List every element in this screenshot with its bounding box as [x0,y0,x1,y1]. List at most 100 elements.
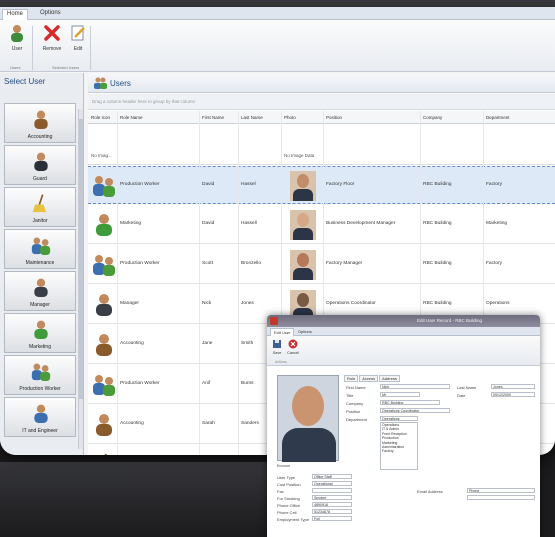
tab-options[interactable]: Options [36,9,65,17]
employment-type-field[interactable]: Full [312,516,352,521]
detail-ribbon: Save Cancel Actions [267,336,540,366]
janitor-broom-icon [31,192,51,214]
cell-first-name: Scott [202,261,213,266]
table-row[interactable]: Marketing David Hassell Business Developmen… [88,206,555,244]
cell-department: Marketing [486,221,508,226]
sidebar-item-label: Janitor [32,218,48,224]
column-header[interactable]: Company [423,115,442,120]
cell-first-name: Jane [202,341,213,346]
email-field[interactable]: Phone [467,488,535,493]
company-field[interactable]: RBC Building [380,400,440,405]
sidebar-item-marketing[interactable]: Marketing [4,313,76,353]
role-icon [92,212,116,236]
column-header[interactable]: Role Name [120,115,143,120]
sidebar-item-accounting[interactable]: Accounting [4,103,76,143]
reflection [0,462,270,537]
department-label: Department [346,417,367,422]
column-header-row: Role Icon Role Name First Name Last Name Pho… [88,111,555,124]
sidebar-scrollbar[interactable] [78,109,83,449]
department-option[interactable]: Factory [381,449,417,453]
first-name-field[interactable]: Nick [380,384,450,389]
table-row[interactable]: Production Worker David Hassel Factory Floo… [88,166,555,204]
filter-row[interactable]: No Imag... No Image Data [88,125,555,165]
edit-button[interactable]: Edit [66,24,90,52]
department-field[interactable]: Operations [380,416,418,421]
sidebar-item-label: Maintenance [25,260,55,266]
photo-head [292,386,324,426]
user-photo[interactable] [277,375,339,462]
tab-address[interactable]: Address [379,375,400,382]
tab-edit-user[interactable]: Edit User [270,328,295,336]
phone-office-field[interactable]: 4890916 [312,502,352,507]
extra-field[interactable] [467,495,535,500]
grid-header: Users [88,73,555,93]
column-header[interactable]: Last Name [241,115,263,120]
user-photo-thumbnail [290,171,316,201]
filter-cell[interactable]: No Imag... [91,153,112,158]
cost-position-field[interactable]: Operational [312,481,352,486]
date-field[interactable]: 09/12/2009 [491,392,535,397]
tab-options[interactable]: Options [295,328,315,335]
photo-head [297,253,309,267]
sidebar-item-maintenance[interactable]: Maintenance [4,229,76,269]
users-icon [94,77,107,89]
column-divider [238,111,239,455]
last-name-label: Last Name [457,385,477,390]
sidebar-item-guard[interactable]: Guard [4,145,76,185]
user-type-field[interactable]: Office Staff [312,474,352,479]
column-header[interactable]: Photo [284,115,296,120]
position-field[interactable]: Operations Coordinator [380,408,450,413]
sidebar-item-label: Manager [30,302,50,308]
filter-cell[interactable]: No Image Data [284,153,314,158]
tab-access[interactable]: Access [359,375,379,382]
new-user-button[interactable]: User [5,24,29,52]
select-user-sidebar: Select User Accounting Guard Janitor Mainte… [0,73,84,455]
detail-window-title: Edit User Record - RBC Building [417,318,483,323]
last-name-field[interactable]: Jones [491,384,535,389]
sidebar-item-label: Accounting [27,134,53,140]
cell-company: RBC Building [423,182,452,187]
smoking-checkbox[interactable]: Smoker [312,495,352,500]
cancel-button[interactable]: Cancel [285,339,301,355]
cell-first-name: David [202,221,215,226]
scrollbar-thumb[interactable] [79,119,83,399]
cell-last-name: Hassell [241,221,257,226]
group-by-panel[interactable]: Drag a column header here to group by th… [88,94,555,110]
cell-company: RBC Building [423,301,452,306]
sidebar-item-janitor[interactable]: Janitor [4,187,76,227]
sidebar-item-manager[interactable]: Manager [4,271,76,311]
tab-role[interactable]: Role [344,375,359,382]
cell-position: Operations Coordinator [326,301,376,306]
column-header[interactable]: Role Icon [91,115,110,120]
cell-position: Factory Manager [326,261,363,266]
column-header[interactable]: Department [486,115,510,120]
cell-company: RBC Building [423,261,452,266]
date-label: Date [457,393,466,398]
cell-role-name: Accounting [120,421,144,426]
company-label: Company [346,401,364,406]
cell-last-name: Sanders [241,421,259,426]
tab-home[interactable]: Home [2,9,29,20]
cell-role-name: Production Worker [120,182,160,187]
cell-last-name: Burns [241,381,254,386]
column-header[interactable]: Position [326,115,342,120]
sidebar-item-label: Marketing [29,344,51,350]
save-button[interactable]: Save [269,339,285,355]
sidebar-item-it-and-engineer[interactable]: IT and Engineer [4,397,76,437]
fax-field[interactable] [312,488,352,493]
department-list[interactable]: Operations IT & Admin Front Reception Produ… [380,422,418,470]
sidebar-item-production-worker[interactable]: Production Worker [4,355,76,395]
sidebar-item-label: IT and Engineer [22,428,58,434]
title-field[interactable]: Mr [380,392,420,397]
cost-position-label: Cost Position [277,482,301,487]
ribbon-group-label: Users [10,65,21,70]
table-row[interactable]: Production Worker Scott Bronzello Factory M… [88,246,555,284]
remove-button[interactable]: Remove [40,24,64,52]
user-photo-thumbnail [290,210,316,240]
phone-cell-field[interactable]: 51234678 [312,509,352,514]
it-engineer-icon [31,402,51,424]
browse-photo-link[interactable]: Browse [277,463,290,468]
detail-group-label: Actions [275,360,287,364]
cell-first-name: Nick [202,301,212,306]
column-header[interactable]: First Name [202,115,224,120]
